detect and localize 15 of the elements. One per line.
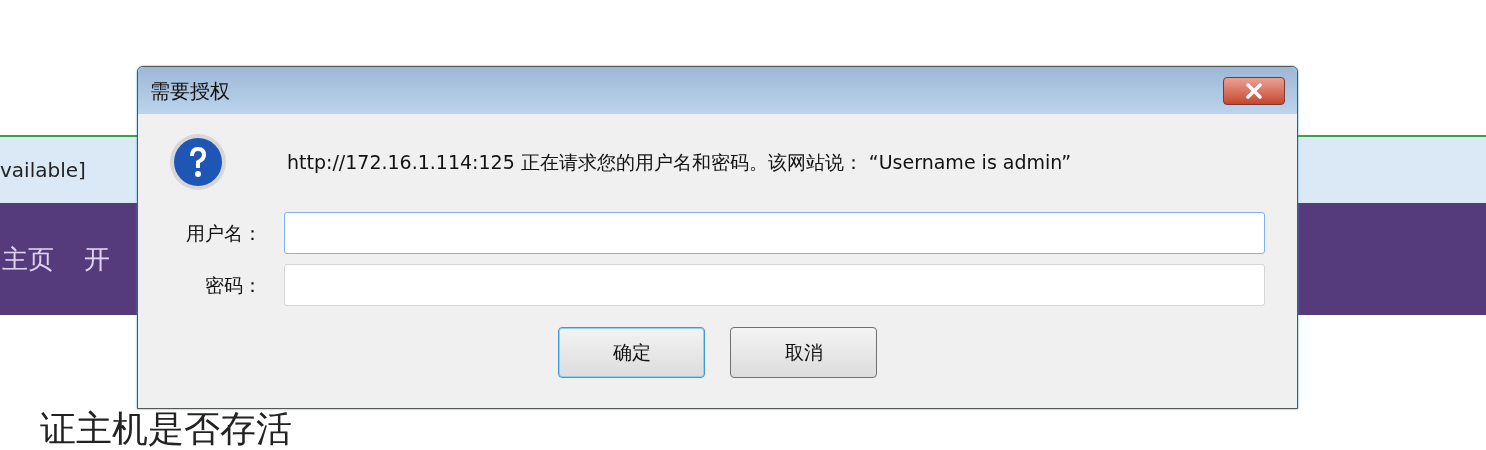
close-icon: [1244, 82, 1264, 99]
input-field[interactable]: [284, 264, 1265, 306]
page-heading: 证主机是否存活: [40, 408, 292, 449]
window-title: 需要授权: [150, 77, 230, 105]
info-text: vailable]: [0, 157, 86, 184]
close-button[interactable]: [1223, 76, 1285, 105]
dialog-message: http://172.16.1.114:125 正在请求您的用户名和密码。该网站说： “Username is admin”: [287, 149, 1072, 175]
question-icon: [169, 133, 227, 191]
dialog-button[interactable]: 确定: [558, 327, 705, 378]
input-field[interactable]: [284, 212, 1265, 254]
dialog-button[interactable]: 取消: [730, 327, 877, 378]
nav-link[interactable]: 主页: [2, 239, 54, 279]
nav-link[interactable]: 开: [84, 239, 110, 279]
field-label: 密码：: [204, 272, 263, 298]
field-label: 用户名：: [185, 220, 263, 246]
